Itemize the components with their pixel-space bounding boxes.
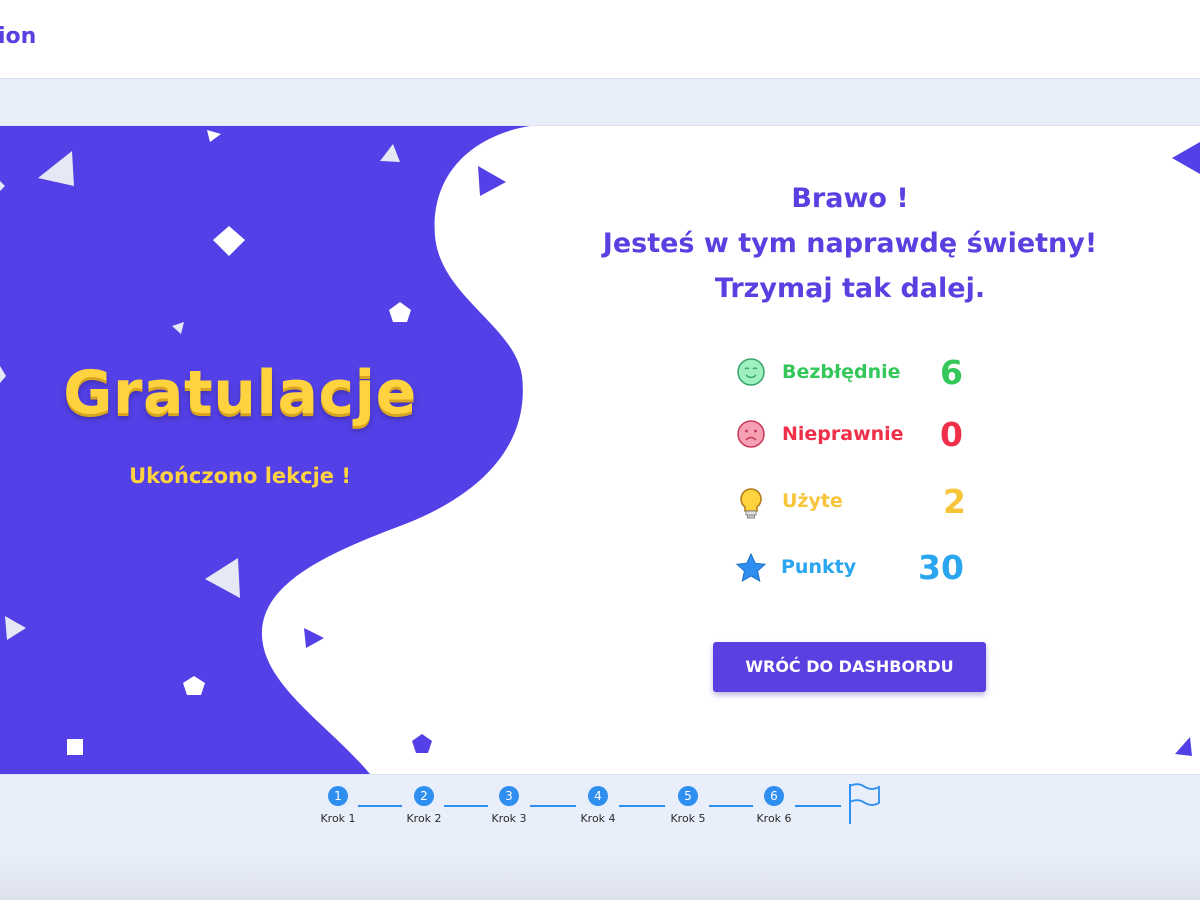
step-5[interactable]: 5 Krok 5: [666, 786, 710, 825]
lesson-stepper: 1 Krok 1 2 Krok 2 3 Krok 3 4 Krok 4 5 Kr…: [316, 783, 896, 836]
step-connector: [619, 805, 665, 807]
step-5-label: Krok 5: [670, 812, 706, 825]
stat-incorrect-label: Nieprawnie: [782, 423, 904, 445]
step-6-label: Krok 6: [756, 812, 792, 825]
stat-incorrect-value: 0: [940, 415, 963, 454]
stat-points-label: Punkty: [781, 556, 857, 578]
step-connector: [709, 805, 753, 807]
praise-line-1: Brawo !: [791, 183, 909, 214]
step-connector: [358, 805, 402, 807]
step-1-label: Krok 1: [320, 812, 356, 825]
step-3-number: 3: [499, 786, 519, 806]
sad-face-icon: [736, 419, 766, 453]
step-4[interactable]: 4 Krok 4: [576, 786, 620, 825]
lightbulb-icon: [736, 486, 766, 524]
step-2[interactable]: 2 Krok 2: [402, 786, 446, 825]
step-3[interactable]: 3 Krok 3: [487, 786, 531, 825]
step-5-number: 5: [678, 786, 698, 806]
step-2-label: Krok 2: [406, 812, 442, 825]
step-4-label: Krok 4: [580, 812, 616, 825]
footer-shade: [0, 855, 1200, 900]
stat-hints-label: Użyte: [782, 490, 843, 512]
step-1-number: 1: [328, 786, 348, 806]
stat-points-value: 30: [918, 548, 964, 587]
star-icon: [735, 552, 767, 588]
flag-icon: [846, 782, 882, 830]
step-3-label: Krok 3: [491, 812, 527, 825]
step-connector: [530, 805, 576, 807]
praise-message: Brawo ! Jesteś w tym naprawdę świetny! T…: [550, 176, 1150, 311]
stat-correct-label: Bezbłędnie: [782, 361, 901, 383]
lesson-complete-card: Gratulacje Ukończono lekcje ! Brawo ! Je…: [0, 125, 1200, 775]
step-4-number: 4: [588, 786, 608, 806]
praise-line-2: Jesteś w tym naprawdę świetny!: [602, 228, 1098, 259]
stat-correct-value: 6: [940, 353, 963, 392]
congratulations-title: Gratulacje: [63, 358, 417, 428]
top-bar: ion: [0, 0, 1200, 79]
step-6-number: 6: [764, 786, 784, 806]
stat-hints-value: 2: [943, 482, 966, 521]
lesson-completed-subtitle: Ukończono lekcje !: [129, 464, 351, 488]
smile-face-icon: [736, 357, 766, 391]
brand-logo-text[interactable]: ion: [0, 24, 36, 49]
step-connector: [444, 805, 488, 807]
back-to-dashboard-button[interactable]: WRÓĆ DO DASHBORDU: [713, 642, 986, 692]
praise-line-3: Trzymaj tak dalej.: [714, 273, 986, 304]
step-2-number: 2: [414, 786, 434, 806]
step-1[interactable]: 1 Krok 1: [316, 786, 360, 825]
step-6[interactable]: 6 Krok 6: [752, 786, 796, 825]
step-connector: [795, 805, 841, 807]
